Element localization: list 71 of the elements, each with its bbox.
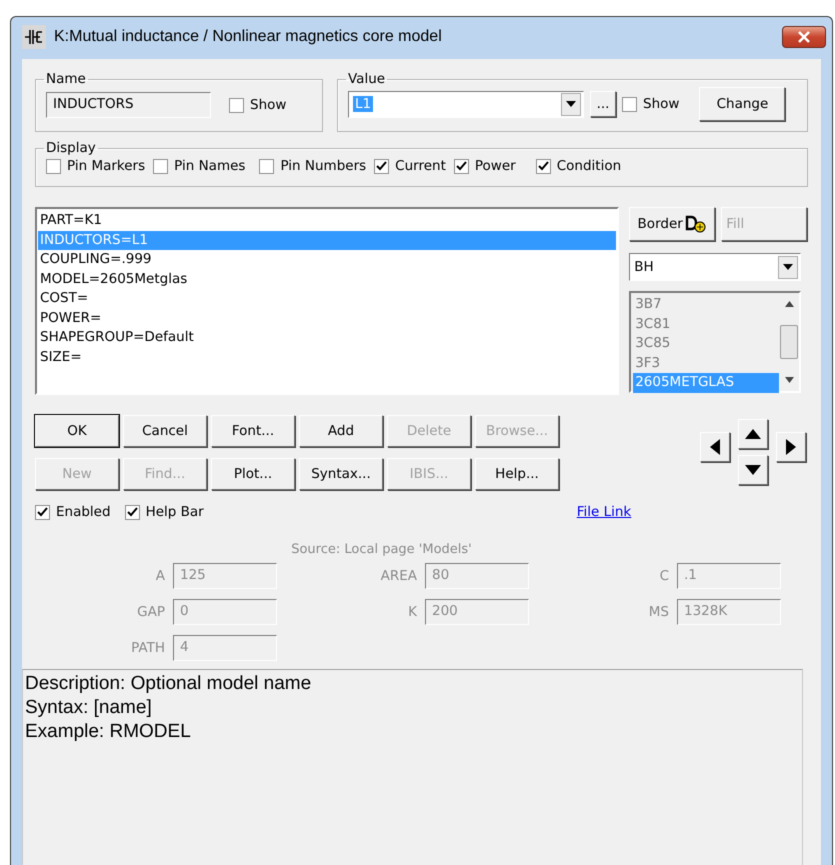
display-checkbox[interactable]: Current — [374, 158, 446, 174]
up-arrow-icon — [745, 429, 761, 439]
group-label: Display — [45, 140, 97, 156]
attribute-item[interactable]: COUPLING=.999 — [38, 250, 616, 270]
group-label: Value — [347, 71, 386, 87]
move-up-button[interactable] — [738, 419, 768, 449]
group-label: Name — [45, 71, 87, 87]
display-checkbox[interactable]: Pin Markers — [46, 158, 146, 174]
checkmark-icon — [456, 160, 467, 172]
dialog-button[interactable]: Help... — [475, 458, 559, 490]
move-right-button[interactable] — [776, 432, 806, 462]
window-title: K:Mutual inductance / Nonlinear magnetics core model — [54, 28, 443, 46]
show-checkbox[interactable]: Show — [229, 97, 286, 113]
change-button[interactable]: Change — [699, 87, 786, 121]
option-checkbox[interactable]: Help Bar — [124, 504, 204, 520]
attribute-item[interactable]: POWER= — [38, 308, 616, 328]
attribute-item[interactable]: SIZE= — [38, 348, 616, 367]
help-text: Syntax: [name] — [25, 696, 153, 720]
help-text: Description: Optional model name — [25, 672, 312, 696]
checkmark-icon — [538, 160, 549, 172]
help-text: Example: RMODEL — [25, 720, 192, 744]
dialog-button[interactable]: Font... — [211, 415, 295, 447]
move-down-button[interactable] — [738, 455, 768, 485]
scroll-down-icon — [784, 377, 794, 383]
checkmark-icon — [37, 506, 48, 518]
display-checkbox[interactable]: Condition — [536, 158, 622, 174]
close-icon — [797, 31, 811, 43]
source-label: Source: Local page 'Models' — [290, 542, 473, 557]
dialog-button[interactable]: Syntax... — [299, 458, 383, 490]
caret-icon — [783, 264, 794, 270]
file-link[interactable]: File Link — [576, 504, 632, 520]
attribute-item[interactable]: SHAPEGROUP=Default — [38, 328, 616, 348]
model-item[interactable]: 3F3 — [633, 354, 780, 373]
show-checkbox[interactable]: Show — [622, 96, 680, 112]
browse-button[interactable]: ... — [590, 91, 616, 117]
name-field[interactable]: INDUCTORS — [46, 92, 211, 118]
parameter-label: MS — [648, 604, 669, 620]
checkmark-icon — [126, 506, 138, 518]
move-left-button[interactable] — [700, 432, 730, 462]
display-checkbox[interactable]: Pin Numbers — [259, 158, 366, 174]
checkmark-icon — [376, 160, 388, 172]
model-type-dropdown[interactable]: BH — [629, 253, 802, 281]
dropdown-value: BH — [634, 259, 654, 275]
parameter-label: A — [154, 568, 165, 584]
parameter-label: AREA — [380, 568, 417, 584]
parameter-label: C — [658, 568, 669, 584]
attribute-item[interactable]: MODEL=2605Metglas — [38, 270, 616, 289]
display-checkbox[interactable]: Power — [454, 158, 516, 174]
attribute-item[interactable]: PART=K1 — [38, 211, 616, 230]
dialog-button[interactable]: Add — [299, 415, 383, 447]
option-checkbox[interactable]: Enabled — [35, 504, 111, 520]
right-arrow-icon — [786, 439, 796, 455]
model-item[interactable]: 3B7 — [633, 295, 780, 314]
close-button[interactable] — [782, 26, 826, 48]
border-style-icon — [684, 214, 707, 234]
parameter-label: K — [407, 604, 417, 620]
down-arrow-icon — [745, 465, 761, 475]
border-button[interactable]: Border — [629, 207, 716, 241]
model-item[interactable]: 3C81 — [633, 314, 780, 334]
coupled-inductor-icon — [22, 25, 46, 49]
dialog-button[interactable]: Cancel — [123, 415, 207, 447]
parameter-label: PATH — [130, 640, 165, 656]
scroll-up-icon — [784, 301, 794, 307]
dialog-button[interactable]: Plot... — [211, 458, 295, 490]
left-arrow-icon — [710, 439, 720, 455]
parameter-label: GAP — [136, 604, 165, 620]
attribute-item[interactable]: COST= — [38, 289, 616, 308]
dialog-button[interactable]: OK — [35, 415, 119, 447]
model-item[interactable]: 3C85 — [633, 334, 780, 354]
display-checkbox[interactable]: Pin Names — [153, 158, 246, 174]
caret-icon — [566, 101, 576, 107]
